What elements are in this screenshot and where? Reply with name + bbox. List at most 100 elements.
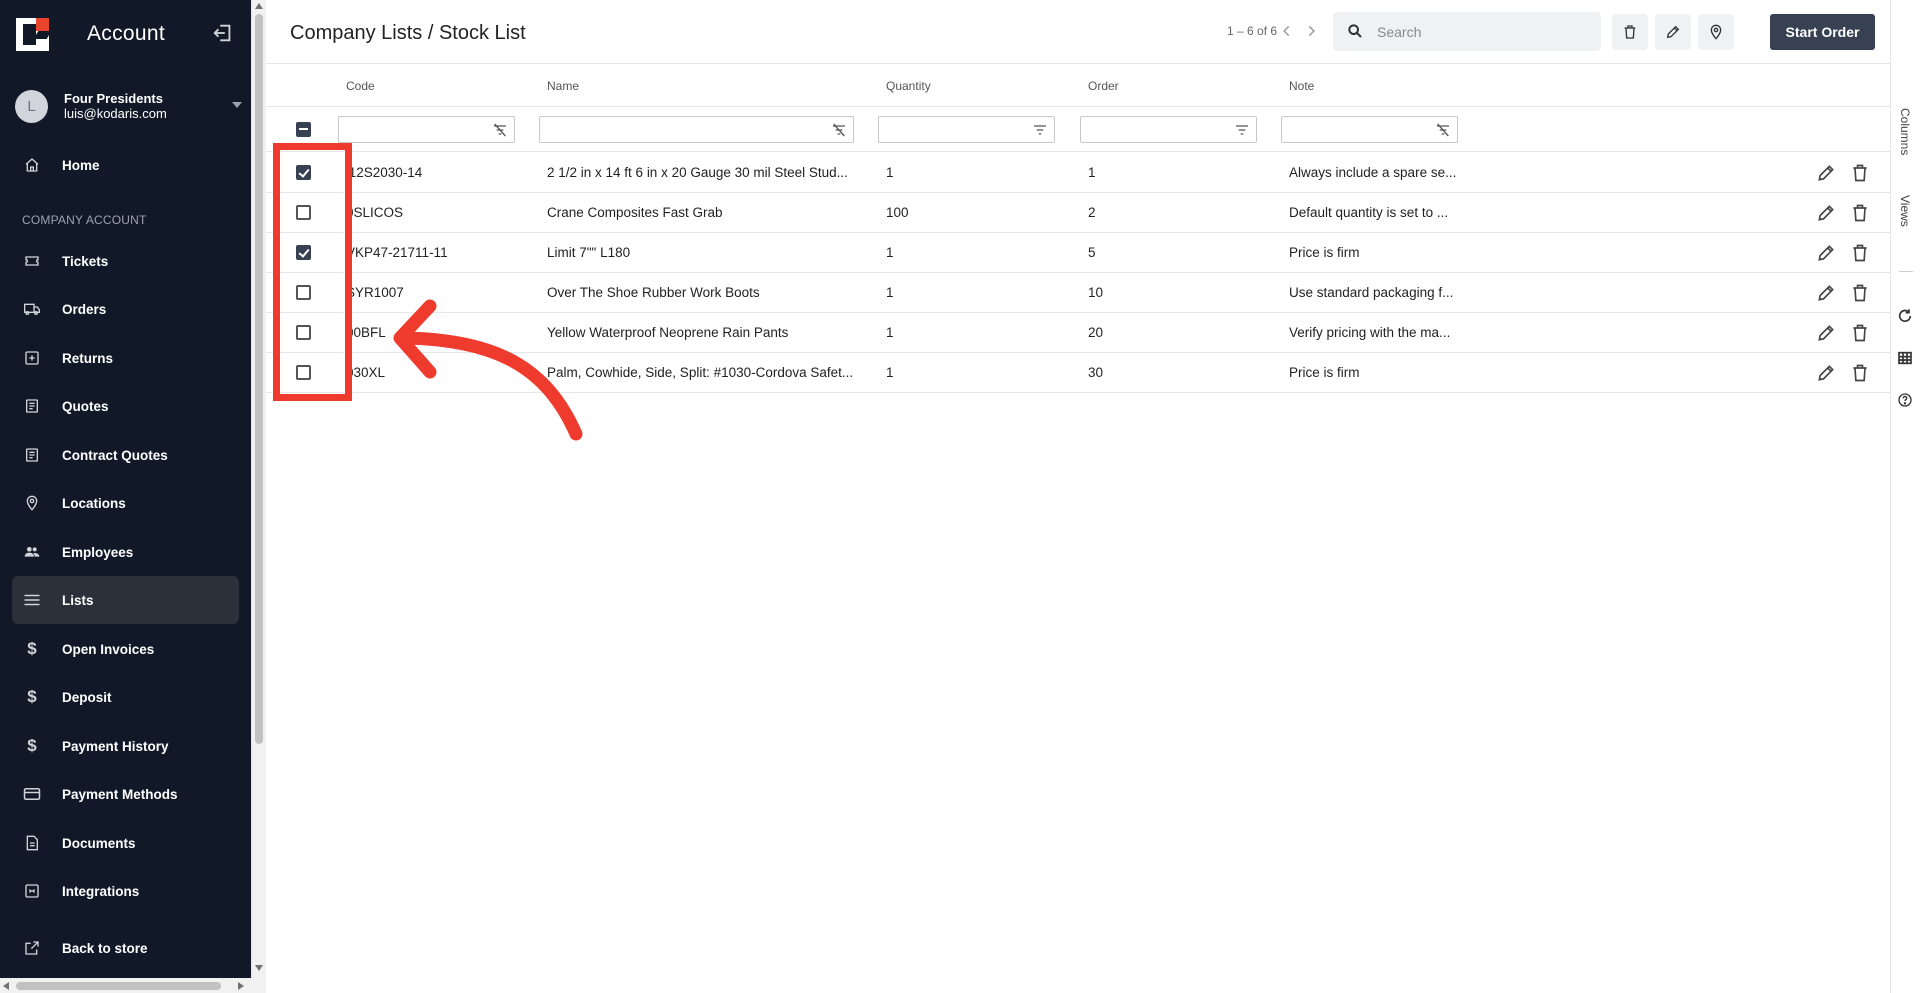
cell-quantity: 1 — [886, 245, 894, 260]
scrollbar-thumb[interactable] — [255, 14, 263, 744]
collapse-sidebar-icon[interactable] — [212, 22, 234, 44]
sidebar-vertical-scrollbar[interactable] — [251, 0, 266, 978]
sidebar-item-contract-quotes[interactable]: Contract Quotes — [12, 431, 239, 479]
filter-clear-icon[interactable] — [492, 122, 508, 138]
edit-pencil-icon[interactable] — [1816, 163, 1836, 183]
sidebar-item-payment-methods[interactable]: Payment Methods — [12, 770, 239, 818]
table-row[interactable]: 12S2030-14 2 1/2 in x 14 ft 6 in x 20 Ga… — [266, 153, 1890, 193]
back-to-store-link[interactable]: Back to store — [12, 924, 239, 972]
external-link-icon — [22, 938, 42, 958]
cell-quantity: 1 — [886, 285, 894, 300]
edit-pencil-icon[interactable] — [1816, 203, 1836, 223]
truck-icon — [22, 299, 42, 319]
refresh-icon[interactable] — [1897, 308, 1915, 326]
select-all-checkbox[interactable] — [296, 122, 311, 137]
edit-pencil-icon[interactable] — [1816, 243, 1836, 263]
table-row[interactable]: 0SLICOS Crane Composites Fast Grab 100 2… — [266, 193, 1890, 233]
sidebar-item-employees[interactable]: Employees — [12, 528, 239, 576]
cell-name: Palm, Cowhide, Side, Split: #1030-Cordov… — [547, 365, 854, 380]
sidebar-item-documents[interactable]: Documents — [12, 819, 239, 867]
table-header-row: Code Name Quantity Order Note — [266, 65, 1890, 107]
cell-note: Always include a spare se... — [1289, 165, 1457, 180]
cell-code: 12S2030-14 — [346, 165, 423, 180]
cell-note: Default quantity is set to ... — [1289, 205, 1449, 220]
trash-icon[interactable] — [1850, 243, 1870, 263]
filter-icon[interactable] — [1032, 122, 1048, 138]
scroll-right-arrow-icon[interactable] — [238, 982, 244, 990]
search-box[interactable] — [1333, 12, 1601, 51]
sidebar-item-label: Quotes — [62, 398, 109, 414]
list-icon — [22, 590, 42, 610]
scroll-up-arrow-icon[interactable] — [255, 3, 263, 9]
side-panel-strip: Columns Views — [1890, 0, 1920, 993]
sidebar-item-home[interactable]: Home — [12, 141, 239, 189]
edit-pencil-icon[interactable] — [1816, 363, 1836, 383]
document-icon — [22, 445, 42, 465]
start-order-button[interactable]: Start Order — [1770, 14, 1875, 50]
help-icon[interactable] — [1897, 392, 1915, 410]
column-header-name[interactable]: Name — [547, 79, 579, 93]
scroll-down-arrow-icon[interactable] — [255, 965, 263, 971]
quantity-filter-input[interactable] — [878, 116, 1055, 143]
file-icon — [22, 833, 42, 853]
column-header-code[interactable]: Code — [346, 79, 375, 93]
cell-order: 20 — [1088, 325, 1104, 340]
pencil-icon — [1666, 25, 1680, 39]
edit-pencil-icon[interactable] — [1816, 283, 1836, 303]
trash-icon[interactable] — [1850, 363, 1870, 383]
column-header-order[interactable]: Order — [1088, 79, 1119, 93]
cell-quantity: 100 — [886, 205, 909, 220]
location-button[interactable] — [1698, 14, 1734, 50]
table-row[interactable]: VKP47-21711-11 Limit 7"" L180 1 5 Price … — [266, 233, 1890, 273]
sidebar-item-open-invoices[interactable]: $ Open Invoices — [12, 625, 239, 673]
column-header-quantity[interactable]: Quantity — [886, 79, 931, 93]
sidebar-item-payment-history[interactable]: $ Payment History — [12, 722, 239, 770]
name-filter-input[interactable] — [539, 116, 854, 143]
sidebar-item-deposit[interactable]: $ Deposit — [12, 673, 239, 721]
home-icon — [22, 155, 42, 175]
sidebar-item-lists[interactable]: Lists — [12, 576, 239, 624]
sidebar-item-label: Lists — [62, 592, 94, 608]
filter-icon[interactable] — [1234, 122, 1250, 138]
user-switcher[interactable]: L Four Presidents luis@kodaris.com — [0, 76, 251, 136]
sidebar-item-quotes[interactable]: Quotes — [12, 382, 239, 430]
sidebar-item-orders[interactable]: Orders — [12, 285, 239, 333]
column-header-note[interactable]: Note — [1289, 79, 1314, 93]
trash-icon[interactable] — [1850, 163, 1870, 183]
chevron-left-icon[interactable] — [1280, 24, 1296, 40]
trash-icon[interactable] — [1850, 203, 1870, 223]
chevron-down-icon[interactable] — [232, 102, 242, 108]
views-panel-tab[interactable]: Views — [1898, 195, 1912, 227]
scroll-left-arrow-icon[interactable] — [3, 982, 9, 990]
brand-logo[interactable] — [16, 17, 52, 51]
filter-row — [266, 107, 1890, 152]
main-content: Company Lists / Stock List 1 – 6 of 6 St… — [266, 0, 1920, 993]
edit-list-button[interactable] — [1655, 14, 1691, 50]
cell-note: Verify pricing with the ma... — [1289, 325, 1451, 340]
sidebar-item-locations[interactable]: Locations — [12, 479, 239, 527]
chevron-right-icon[interactable] — [1304, 24, 1320, 40]
code-filter-input[interactable] — [338, 116, 515, 143]
edit-pencil-icon[interactable] — [1816, 323, 1836, 343]
sidebar-item-tickets[interactable]: Tickets — [12, 237, 239, 285]
sidebar-horizontal-scrollbar[interactable] — [0, 978, 266, 993]
ticket-icon — [22, 251, 42, 271]
delete-list-button[interactable] — [1612, 14, 1648, 50]
user-name: Four Presidents — [64, 91, 163, 106]
annotation-highlight-box — [273, 143, 352, 401]
sidebar-item-integrations[interactable]: Integrations — [12, 867, 239, 915]
order-filter-input[interactable] — [1080, 116, 1257, 143]
dollar-icon: $ — [27, 687, 37, 706]
sidebar-item-returns[interactable]: Returns — [12, 334, 239, 382]
filter-clear-icon[interactable] — [831, 122, 847, 138]
trash-icon[interactable] — [1850, 283, 1870, 303]
note-filter-input[interactable] — [1281, 116, 1458, 143]
trash-icon[interactable] — [1850, 323, 1870, 343]
grid-view-icon[interactable] — [1897, 350, 1915, 368]
columns-panel-tab[interactable]: Columns — [1898, 108, 1912, 155]
scrollbar-thumb[interactable] — [16, 982, 221, 990]
search-input[interactable] — [1377, 23, 1597, 40]
page-title: Company Lists / Stock List — [290, 22, 526, 44]
cell-order: 1 — [1088, 165, 1096, 180]
filter-clear-icon[interactable] — [1435, 122, 1451, 138]
